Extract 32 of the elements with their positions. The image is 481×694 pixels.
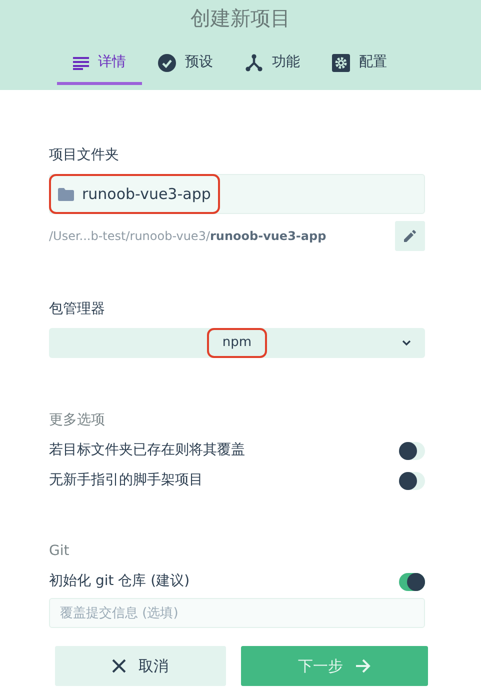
tab[interactable]: 配置	[316, 52, 403, 85]
pencil-icon	[404, 230, 416, 242]
fork-icon	[245, 54, 263, 72]
edit-button[interactable]	[395, 221, 425, 251]
package-manager-select[interactable]: npm	[49, 328, 425, 358]
folder-field[interactable]: runoob-vue3-app	[49, 174, 425, 214]
field-label: 项目文件夹	[49, 146, 120, 165]
lines-icon	[73, 56, 89, 70]
cancel-button[interactable]: 取消	[55, 646, 226, 686]
option-label: 若目标文件夹已存在则将其覆盖	[49, 441, 245, 460]
close-icon	[112, 659, 126, 673]
tab[interactable]: 预设	[142, 52, 229, 85]
option-label: 无新手指引的脚手架项目	[49, 471, 203, 490]
folder-icon	[58, 188, 74, 200]
tab[interactable]: 功能	[229, 52, 316, 85]
folder-path: /User...b-test/runoob-vue3/runoob-vue3-app	[49, 228, 326, 245]
settings-icon	[332, 54, 350, 72]
section-label: Git	[49, 542, 70, 561]
toggle-switch[interactable]	[399, 472, 425, 490]
commit-message-field[interactable]: 覆盖提交信息 (选填)	[49, 598, 425, 628]
toggle-switch[interactable]	[399, 442, 425, 460]
option-label: 初始化 git 仓库 (建议)	[49, 572, 190, 591]
chevron-down-icon	[402, 340, 411, 346]
page-title: 创建新项目	[190, 5, 292, 28]
tab[interactable]: 详情	[57, 52, 142, 85]
folder-name-text: runoob-vue3-app	[82, 184, 211, 205]
section-label: 更多选项	[49, 411, 106, 430]
toggle-switch[interactable]	[399, 572, 425, 590]
select-value: npm	[208, 329, 266, 357]
field-label: 包管理器	[49, 300, 106, 319]
check-circle-icon	[158, 54, 176, 72]
arrow-right-icon	[354, 659, 371, 673]
